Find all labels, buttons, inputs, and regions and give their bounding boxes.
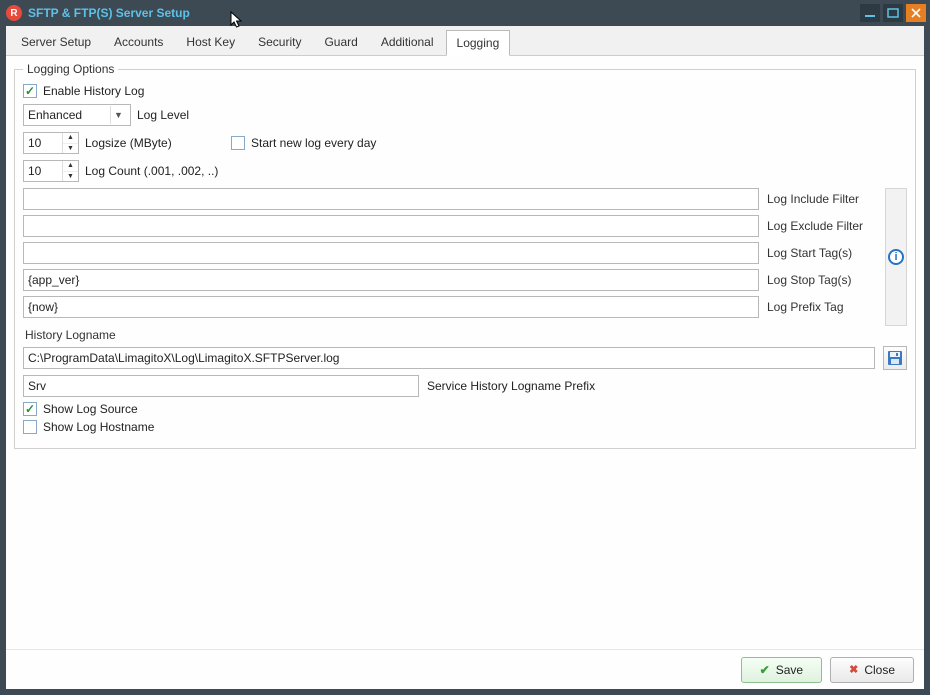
close-button-label: Close bbox=[864, 663, 895, 677]
log-start-tags-label: Log Start Tag(s) bbox=[767, 246, 877, 260]
tab-guard[interactable]: Guard bbox=[313, 29, 368, 55]
log-count-label: Log Count (.001, .002, ..) bbox=[85, 164, 218, 178]
tab-security[interactable]: Security bbox=[247, 29, 312, 55]
tab-server-setup[interactable]: Server Setup bbox=[10, 29, 102, 55]
history-logname-header: History Logname bbox=[25, 328, 907, 342]
tab-body-logging: Logging Options Enable History Log Enhan… bbox=[6, 56, 924, 649]
log-count-down-button[interactable]: ▼ bbox=[63, 172, 78, 182]
save-logpath-button[interactable] bbox=[883, 346, 907, 370]
log-prefix-tag-label: Log Prefix Tag bbox=[767, 300, 877, 314]
start-new-log-label: Start new log every day bbox=[251, 136, 376, 150]
titlebar: R SFTP & FTP(S) Server Setup bbox=[0, 0, 930, 26]
service-history-prefix-label: Service History Logname Prefix bbox=[427, 379, 595, 393]
maximize-button[interactable] bbox=[883, 4, 903, 22]
info-icon[interactable]: i bbox=[888, 249, 904, 265]
logsize-spinner[interactable]: 10 ▲ ▼ bbox=[23, 132, 79, 154]
log-stop-tags-label: Log Stop Tag(s) bbox=[767, 273, 877, 287]
close-button[interactable]: Close bbox=[830, 657, 914, 683]
tab-accounts[interactable]: Accounts bbox=[103, 29, 174, 55]
minimize-button[interactable] bbox=[860, 4, 880, 22]
log-exclude-filter-input[interactable] bbox=[23, 215, 759, 237]
group-legend: Logging Options bbox=[23, 62, 118, 76]
show-log-source-checkbox[interactable] bbox=[23, 402, 37, 416]
log-level-combo[interactable]: Enhanced ▼ bbox=[23, 104, 131, 126]
show-log-hostname-checkbox[interactable] bbox=[23, 420, 37, 434]
log-count-spinner[interactable]: 10 ▲ ▼ bbox=[23, 160, 79, 182]
log-level-value: Enhanced bbox=[28, 108, 82, 122]
content-frame: Server Setup Accounts Host Key Security … bbox=[6, 26, 924, 689]
tags-info-panel: i bbox=[885, 188, 907, 326]
logsize-down-button[interactable]: ▼ bbox=[63, 144, 78, 154]
log-include-filter-label: Log Include Filter bbox=[767, 192, 877, 206]
app-window: R SFTP & FTP(S) Server Setup Server Setu… bbox=[0, 0, 930, 695]
save-button[interactable]: Save bbox=[741, 657, 822, 683]
log-level-label: Log Level bbox=[137, 108, 189, 122]
log-start-tags-input[interactable] bbox=[23, 242, 759, 264]
start-new-log-checkbox[interactable] bbox=[231, 136, 245, 150]
save-button-label: Save bbox=[776, 663, 803, 677]
tab-logging[interactable]: Logging bbox=[446, 30, 511, 56]
tab-host-key[interactable]: Host Key bbox=[175, 29, 246, 55]
app-icon: R bbox=[6, 5, 22, 21]
close-window-button[interactable] bbox=[906, 4, 926, 22]
enable-history-log-checkbox[interactable] bbox=[23, 84, 37, 98]
history-logname-input[interactable] bbox=[23, 347, 875, 369]
logsize-label: Logsize (MByte) bbox=[85, 136, 225, 150]
logsize-value: 10 bbox=[28, 136, 41, 150]
close-icon bbox=[849, 663, 858, 676]
bottom-bar: Save Close bbox=[6, 649, 924, 689]
window-title: SFTP & FTP(S) Server Setup bbox=[28, 6, 190, 20]
enable-history-log-label: Enable History Log bbox=[43, 84, 144, 98]
log-stop-tags-input[interactable] bbox=[23, 269, 759, 291]
show-log-source-label: Show Log Source bbox=[43, 402, 138, 416]
tabstrip: Server Setup Accounts Host Key Security … bbox=[6, 26, 924, 56]
logging-options-group: Logging Options Enable History Log Enhan… bbox=[14, 62, 916, 449]
log-count-value: 10 bbox=[28, 164, 41, 178]
tab-additional[interactable]: Additional bbox=[370, 29, 445, 55]
show-log-hostname-label: Show Log Hostname bbox=[43, 420, 154, 434]
logsize-up-button[interactable]: ▲ bbox=[63, 133, 78, 144]
check-icon bbox=[760, 663, 770, 677]
floppy-disk-icon bbox=[887, 350, 903, 366]
service-history-prefix-input[interactable] bbox=[23, 375, 419, 397]
log-exclude-filter-label: Log Exclude Filter bbox=[767, 219, 877, 233]
log-prefix-tag-input[interactable] bbox=[23, 296, 759, 318]
log-include-filter-input[interactable] bbox=[23, 188, 759, 210]
chevron-down-icon: ▼ bbox=[110, 106, 126, 124]
log-count-up-button[interactable]: ▲ bbox=[63, 161, 78, 172]
